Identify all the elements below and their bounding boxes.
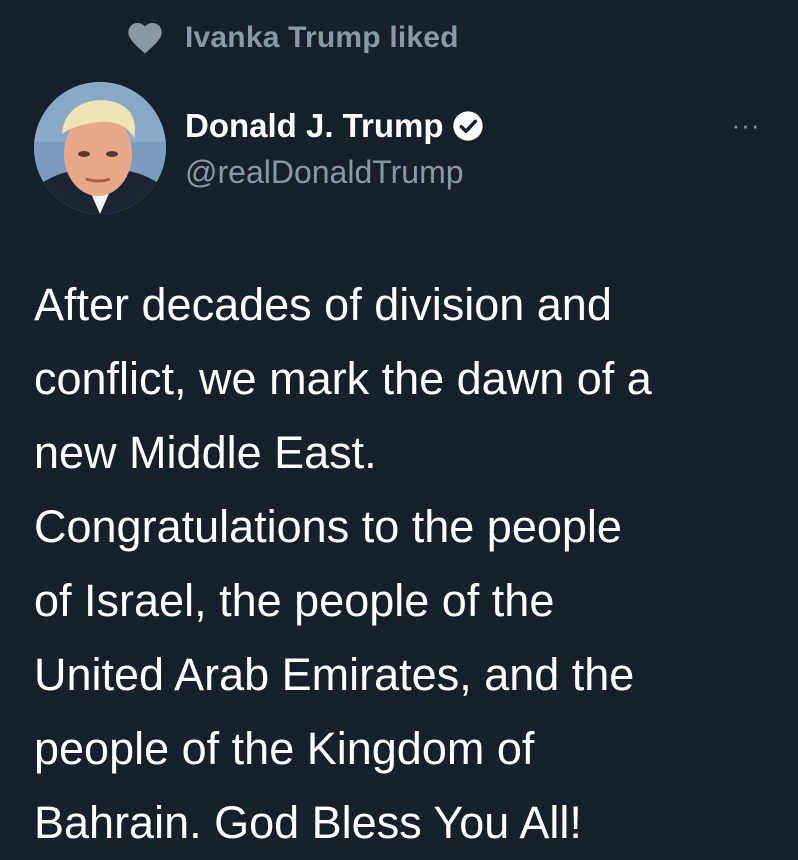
tweet-text-line: new Middle East. [34, 427, 377, 478]
more-options-button[interactable]: ··· [724, 110, 768, 140]
tweet-text: After decades of division and conflict, … [34, 268, 774, 860]
tweet-text-line: Congratulations to the people [34, 501, 622, 552]
verified-badge-icon [452, 110, 484, 142]
author-handle[interactable]: @realDonaldTrump [185, 154, 484, 191]
tweet-text-line: United Arab Emirates, and the [34, 649, 635, 700]
avatar[interactable] [34, 82, 166, 214]
author-name-row: Donald J. Trump [185, 104, 484, 148]
tweet-text-line: of Israel, the people of the [34, 575, 555, 626]
tweet-text-line: people of the Kingdom of [34, 723, 535, 774]
heart-icon [125, 18, 165, 58]
tweet-text-line: Bahrain. God Bless You All! [34, 797, 582, 848]
tweet-author[interactable]: Donald J. Trump @realDonaldTrump [185, 104, 484, 191]
author-name[interactable]: Donald J. Trump [185, 107, 444, 145]
more-icon: ··· [731, 110, 761, 140]
social-context[interactable]: Ivanka Trump liked [125, 16, 459, 60]
social-context-text: Ivanka Trump liked [185, 21, 459, 54]
tweet-text-line: conflict, we mark the dawn of a [34, 353, 652, 404]
tweet-text-line: After decades of division and [34, 279, 612, 330]
